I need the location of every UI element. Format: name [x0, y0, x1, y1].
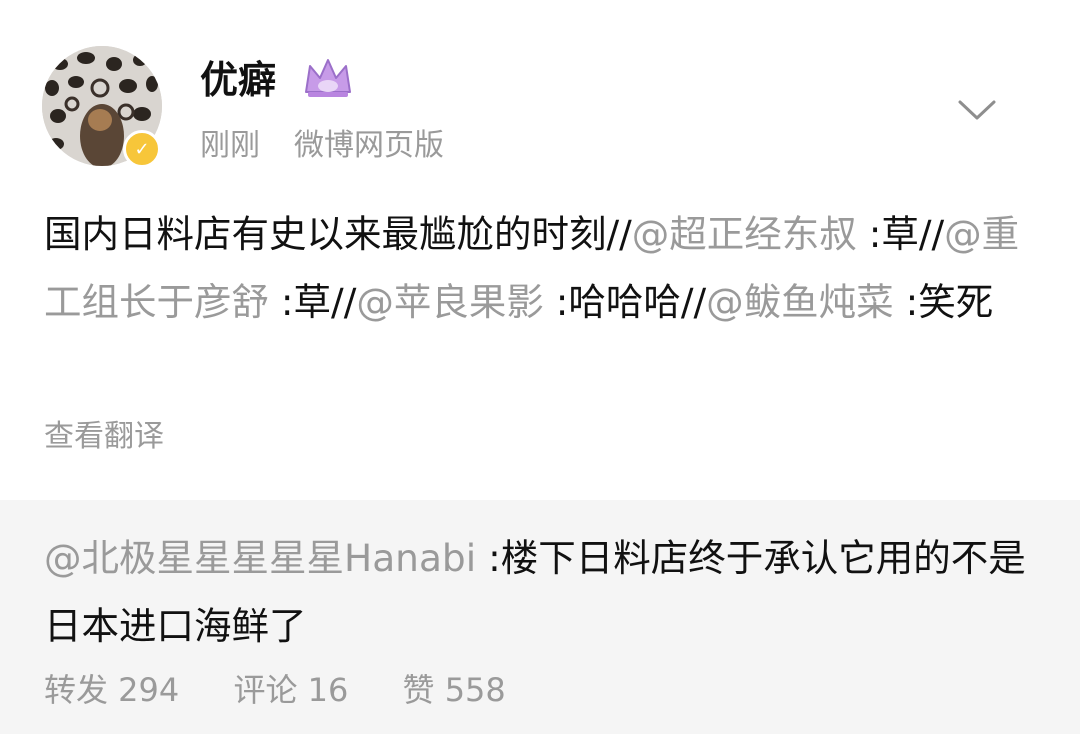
repost-stats: 转发 294 评论 16 赞 558 — [44, 668, 550, 712]
mention-link[interactable]: @苹良果影 — [356, 280, 544, 324]
translate-link[interactable]: 查看翻译 — [44, 416, 164, 458]
post-text: :草// — [856, 212, 945, 256]
post-text: :哈哈哈// — [543, 280, 707, 324]
verified-badge-icon: ✓ — [123, 130, 161, 168]
post-source[interactable]: 微博网页版 — [294, 128, 444, 163]
mention-link[interactable]: @北极星星星星星Hanabi — [44, 536, 476, 580]
username[interactable]: 优癖 — [200, 56, 276, 104]
weibo-post: ✓ 优癖 刚刚 微博网页版 国内日料店有史以来最尴尬的时刻//@超正经东叔 :草/… — [0, 0, 1080, 500]
post-text: 国内日料店有史以来最尴尬的时刻// — [44, 212, 632, 256]
post-time: 刚刚 — [200, 128, 260, 163]
post-content: 国内日料店有史以来最尴尬的时刻//@超正经东叔 :草//@重工组长于彦舒 :草/… — [44, 200, 1039, 336]
reposted-content[interactable]: @北极星星星星星Hanabi :楼下日料店终于承认它用的不是日本进口海鲜了 转发… — [0, 500, 1080, 734]
post-meta: 刚刚 微博网页版 — [200, 126, 444, 166]
post-text: :笑死 — [893, 280, 994, 324]
crown-icon — [305, 59, 351, 97]
comment-count[interactable]: 评论 16 — [233, 671, 348, 709]
post-text: :草// — [269, 280, 357, 324]
mention-link[interactable]: @超正经东叔 — [632, 212, 857, 256]
repost-count[interactable]: 转发 294 — [44, 671, 179, 709]
mention-link[interactable]: @鲅鱼炖菜 — [706, 280, 894, 324]
repost-text: @北极星星星星星Hanabi :楼下日料店终于承认它用的不是日本进口海鲜了 — [44, 524, 1039, 660]
like-count[interactable]: 赞 558 — [403, 671, 506, 709]
chevron-down-icon[interactable] — [956, 96, 998, 126]
